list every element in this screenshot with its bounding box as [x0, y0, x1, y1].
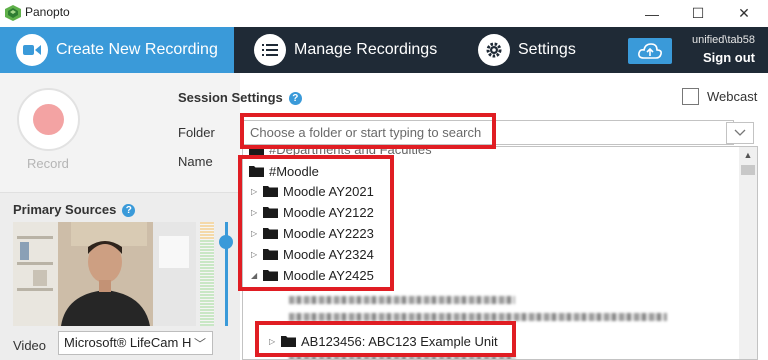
webcast-label: Webcast — [707, 89, 758, 104]
video-camera-icon — [16, 34, 48, 66]
minimize-icon: — — [645, 5, 659, 22]
gear-icon — [478, 34, 510, 66]
panopto-window: Panopto — ☐ ✕ Create New Recording Manag… — [0, 0, 768, 360]
tab-create-label: Create New Recording — [56, 41, 218, 58]
cloud-upload-icon — [638, 43, 662, 59]
left-panel: Record Primary Sources? Video Microsoft®… — [0, 73, 240, 360]
primary-sources-label: Primary Sources — [13, 202, 117, 217]
username: unified\tab58 — [692, 34, 755, 46]
scroll-up-icon[interactable]: ▲ — [739, 147, 757, 163]
sign-out-link[interactable]: Sign out — [692, 50, 755, 65]
title-bar: Panopto — ☐ ✕ — [0, 0, 768, 27]
maximize-button[interactable]: ☐ — [675, 0, 721, 27]
video-source-label: Video — [13, 338, 47, 353]
session-settings-label: Session Settings — [178, 90, 283, 105]
tab-settings-label: Settings — [518, 41, 576, 58]
tab-manage-recordings[interactable]: Manage Recordings — [254, 27, 437, 73]
upload-button[interactable] — [628, 38, 672, 64]
audio-level-meter — [200, 222, 214, 326]
record-label: Record — [27, 156, 69, 171]
minimize-button[interactable]: — — [629, 0, 675, 27]
video-source-value: Microsoft® LifeCam H — [64, 335, 192, 350]
chevron-down-icon — [734, 129, 746, 136]
folder-label: Folder — [178, 125, 215, 140]
user-info: unified\tab58 Sign out — [692, 34, 755, 65]
highlight-moodle-folders — [238, 155, 394, 291]
tab-settings[interactable]: Settings — [478, 27, 576, 73]
chevron-down-icon: ﹀ — [193, 337, 206, 351]
session-settings-title: Session Settings? — [178, 90, 302, 106]
highlight-example-unit — [255, 321, 516, 357]
webcam-preview — [13, 222, 196, 326]
session-help-icon[interactable]: ? — [288, 92, 302, 106]
primary-sources-title: Primary Sources? — [13, 202, 136, 218]
video-source-select[interactable]: Microsoft® LifeCam H ﹀ — [58, 331, 213, 355]
close-button[interactable]: ✕ — [721, 0, 767, 27]
maximize-icon: ☐ — [691, 5, 705, 21]
list-icon — [254, 34, 286, 66]
name-label: Name — [178, 154, 213, 169]
volume-slider-handle[interactable] — [219, 235, 233, 249]
tab-manage-label: Manage Recordings — [294, 41, 438, 58]
webcast-checkbox[interactable] — [682, 88, 699, 105]
record-icon — [33, 104, 64, 135]
panopto-logo-icon — [5, 5, 21, 21]
folder-dropdown-button[interactable] — [726, 122, 754, 144]
webcast-toggle[interactable]: Webcast — [682, 88, 757, 105]
dropdown-scrollbar[interactable]: ▲ — [739, 147, 757, 359]
window-title: Panopto — [25, 5, 70, 19]
nav-bar: Create New Recording Manage Recordings S… — [0, 27, 768, 73]
highlight-folder-field — [240, 113, 496, 149]
record-button[interactable] — [17, 88, 80, 151]
primary-sources-panel: Primary Sources? Video Microsoft® LifeCa… — [0, 192, 240, 360]
help-icon[interactable]: ? — [122, 204, 136, 218]
scroll-thumb[interactable] — [741, 165, 755, 175]
close-icon: ✕ — [738, 5, 750, 21]
blurred-folder-item — [289, 296, 515, 304]
tab-create-new-recording[interactable]: Create New Recording — [0, 27, 234, 73]
blurred-folder-item — [289, 313, 667, 321]
